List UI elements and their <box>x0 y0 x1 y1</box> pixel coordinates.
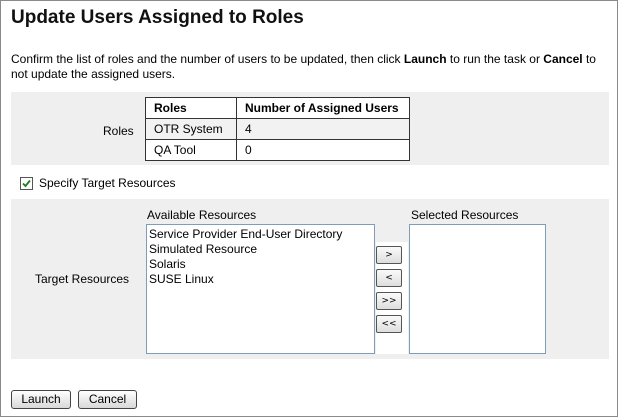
list-item[interactable]: Simulated Resource <box>148 242 373 257</box>
specify-target-resources-checkbox[interactable] <box>20 176 33 190</box>
page-title: Update Users Assigned to Roles <box>11 7 304 28</box>
instructions-text: Confirm the list of roles and the number… <box>11 52 596 81</box>
cancel-keyword: Cancel <box>543 52 583 66</box>
role-name-cell: OTR System <box>145 118 237 140</box>
list-item[interactable]: Service Provider End-User Directory <box>148 227 373 242</box>
launch-keyword: Launch <box>403 52 447 66</box>
roles-table-header: Roles Number of Assigned Users <box>145 97 410 119</box>
selected-resources-title: Selected Resources <box>411 208 519 222</box>
target-resources-section: Target Resources Available Resources Ser… <box>11 199 609 359</box>
add-selected-button[interactable]: > <box>376 246 402 264</box>
cancel-button[interactable]: Cancel <box>78 390 137 409</box>
selected-resources-list[interactable] <box>409 224 546 354</box>
available-resources-title: Available Resources <box>147 208 257 222</box>
roles-column-header: Roles <box>145 97 237 119</box>
assigned-count-cell: 0 <box>236 139 410 161</box>
table-row: QA Tool 0 <box>145 139 410 161</box>
role-name-cell: QA Tool <box>145 139 237 161</box>
checkmark-icon <box>22 179 31 187</box>
roles-label: Roles <box>103 124 134 138</box>
target-resources-label: Target Resources <box>35 272 130 286</box>
table-row: OTR System 4 <box>145 118 410 140</box>
roles-table: Roles Number of Assigned Users OTR Syste… <box>145 97 410 161</box>
available-resources-list[interactable]: Service Provider End-User Directory Simu… <box>146 224 375 354</box>
roles-section: Roles Roles Number of Assigned Users OTR… <box>11 92 609 165</box>
specify-target-resources-label[interactable]: Specify Target Resources <box>39 176 176 190</box>
list-item[interactable]: Solaris <box>148 257 373 272</box>
add-all-button[interactable]: >> <box>376 292 402 310</box>
launch-button[interactable]: Launch <box>11 390 71 409</box>
assigned-count-cell: 4 <box>236 118 410 140</box>
assigned-users-column-header: Number of Assigned Users <box>236 97 410 119</box>
list-item[interactable]: SUSE Linux <box>148 272 373 287</box>
mover-buttons: > < >> << <box>376 242 408 354</box>
remove-all-button[interactable]: << <box>376 315 402 333</box>
remove-selected-button[interactable]: < <box>376 269 402 287</box>
specify-target-resources-row[interactable]: Specify Target Resources <box>20 176 176 190</box>
